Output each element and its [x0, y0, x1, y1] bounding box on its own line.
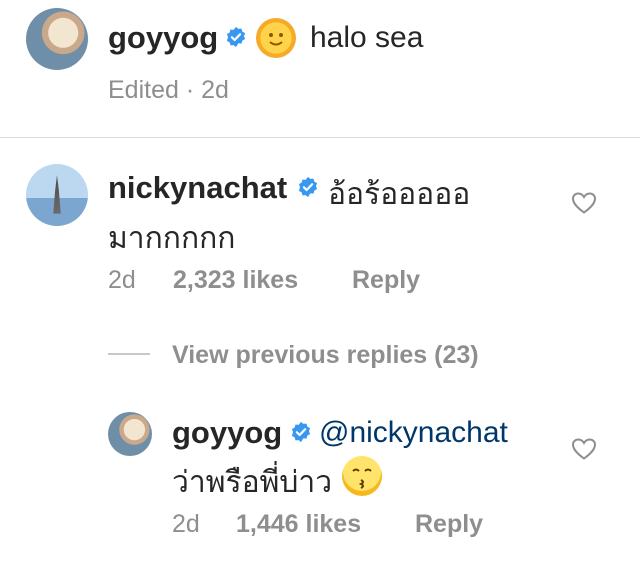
kissing-face-emoji	[342, 456, 382, 496]
caption-username[interactable]: goyyog	[108, 20, 218, 56]
verified-badge-icon	[291, 421, 311, 443]
avatar[interactable]	[26, 8, 88, 70]
divider	[0, 137, 640, 138]
avatar[interactable]	[26, 164, 88, 226]
like-heart-icon[interactable]	[571, 437, 597, 461]
comment-text-line1: อ้อร้อออออ	[328, 178, 471, 211]
reply-likes[interactable]: 1,446 likes	[236, 510, 361, 539]
replies-divider-line	[108, 353, 150, 355]
comment-reply-button[interactable]: Reply	[352, 266, 420, 295]
reply-time: 2d	[172, 510, 200, 538]
verified-badge-icon	[298, 176, 318, 198]
sun-with-face-emoji	[256, 18, 296, 58]
verified-badge-icon	[226, 26, 246, 48]
caption-meta: Edited · 2d	[108, 76, 229, 104]
reply-username[interactable]: goyyog	[172, 415, 282, 451]
comment-likes[interactable]: 2,323 likes	[173, 266, 298, 295]
reply-mention-link[interactable]: @nickynachat	[319, 416, 508, 450]
reply-reply-button[interactable]: Reply	[415, 510, 483, 539]
avatar[interactable]	[108, 412, 152, 456]
comment-time: 2d	[108, 266, 136, 294]
caption-text: halo sea	[310, 21, 424, 54]
reply-text: ว่าพรือพี่บ่าว	[172, 466, 333, 499]
comment-text-line2: มากกกกก	[108, 222, 236, 255]
view-previous-replies-button[interactable]: View previous replies (23)	[172, 341, 479, 370]
comment-username[interactable]: nickynachat	[108, 170, 287, 206]
like-heart-icon[interactable]	[571, 191, 597, 215]
